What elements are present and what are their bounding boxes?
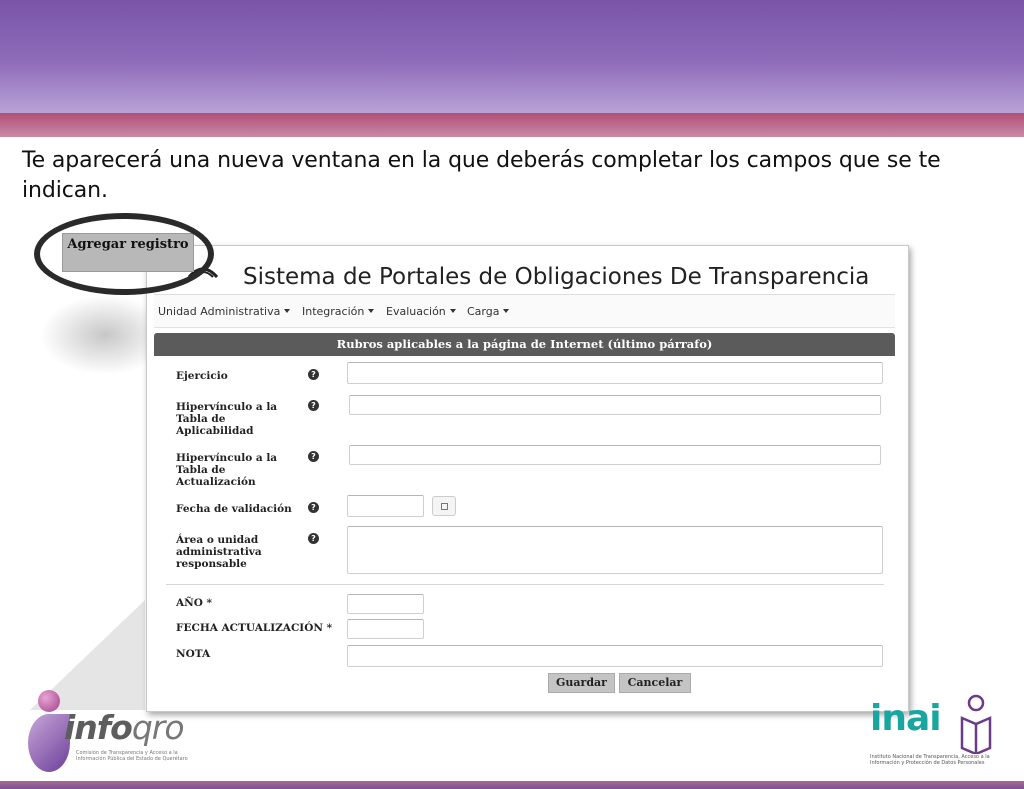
fecha-validacion-input[interactable] [347, 495, 424, 517]
area-responsable-textarea[interactable] [347, 526, 883, 574]
inai-logo: inai Instituto Nacional de Transparencia… [866, 692, 1006, 772]
caret-down-icon [503, 309, 510, 313]
label-nota: NOTA [176, 648, 211, 660]
label-fecha-actualizacion: FECHA ACTUALIZACIÓN * [176, 622, 333, 634]
ejercicio-input[interactable] [347, 362, 883, 384]
label-area-responsable: Área o unidad administrativa responsable [176, 534, 262, 570]
nav-evaluacion[interactable]: Evaluación [386, 305, 456, 318]
help-icon[interactable]: ? [308, 533, 319, 544]
header-accent-band [0, 113, 1024, 137]
label-hipervinculo-actualizacion: Hipervínculo a la Tabla de Actualización [176, 452, 278, 488]
footer-band [0, 781, 1024, 789]
inai-caption: Instituto Nacional de Transparencia, Acc… [870, 754, 990, 766]
infoqro-logo-dot [38, 690, 60, 712]
nav-label: Unidad Administrativa [158, 305, 281, 318]
infoqro-caption: Comisión de Transparencia y Acceso a la … [76, 750, 188, 762]
infoqro-wordmark-qro: qro [131, 708, 185, 747]
header-band [0, 0, 1024, 113]
divider [166, 584, 884, 585]
nav-label: Evaluación [386, 305, 446, 318]
inai-wordmark: inai [870, 698, 942, 739]
help-icon[interactable]: ? [308, 369, 319, 380]
section-title: Rubros aplicables a la página de Interne… [154, 333, 895, 356]
label-hipervinculo-aplicabilidad: Hipervínculo a la Tabla de Aplicabilidad [176, 401, 278, 437]
nota-input[interactable] [347, 645, 883, 667]
caret-down-icon [284, 309, 291, 313]
label-ejercicio: Ejercicio [176, 370, 228, 382]
form-window: Sistema de Portales de Obligaciones De T… [146, 245, 909, 712]
calendar-button[interactable] [432, 496, 456, 516]
help-icon[interactable]: ? [308, 400, 319, 411]
instruction-text: Te aparecerá una nueva ventana en la que… [22, 148, 941, 203]
anio-input[interactable] [347, 594, 424, 614]
label-anio: AÑO * [176, 597, 213, 609]
help-icon[interactable]: ? [308, 502, 319, 513]
nav-carga[interactable]: Carga [467, 305, 510, 318]
system-title: Sistema de Portales de Obligaciones De T… [243, 264, 870, 290]
inai-book-person-icon [960, 694, 992, 754]
caret-down-icon [449, 309, 456, 313]
guardar-button[interactable]: Guardar [548, 673, 615, 693]
nav-label: Carga [467, 305, 500, 318]
highlight-ellipse [34, 213, 214, 295]
caret-down-icon [368, 309, 375, 313]
hipervinculo-actualizacion-input[interactable] [349, 445, 881, 465]
infoqro-wordmark: infoqro [64, 708, 185, 747]
help-icon[interactable]: ? [308, 451, 319, 462]
label-fecha-validacion: Fecha de validación [176, 503, 292, 515]
hipervinculo-aplicabilidad-input[interactable] [349, 395, 881, 415]
nav-unidad-administrativa[interactable]: Unidad Administrativa [158, 305, 291, 318]
nav-bar: Unidad Administrativa Integración Evalua… [154, 294, 895, 328]
infoqro-logo: infoqro Comisión de Transparencia y Acce… [26, 686, 196, 776]
calendar-icon [441, 503, 448, 510]
cancelar-button[interactable]: Cancelar [619, 673, 691, 693]
infoqro-wordmark-info: info [64, 708, 133, 747]
nav-integracion[interactable]: Integración [302, 305, 375, 318]
nav-label: Integración [302, 305, 365, 318]
fecha-actualizacion-input[interactable] [347, 619, 424, 639]
